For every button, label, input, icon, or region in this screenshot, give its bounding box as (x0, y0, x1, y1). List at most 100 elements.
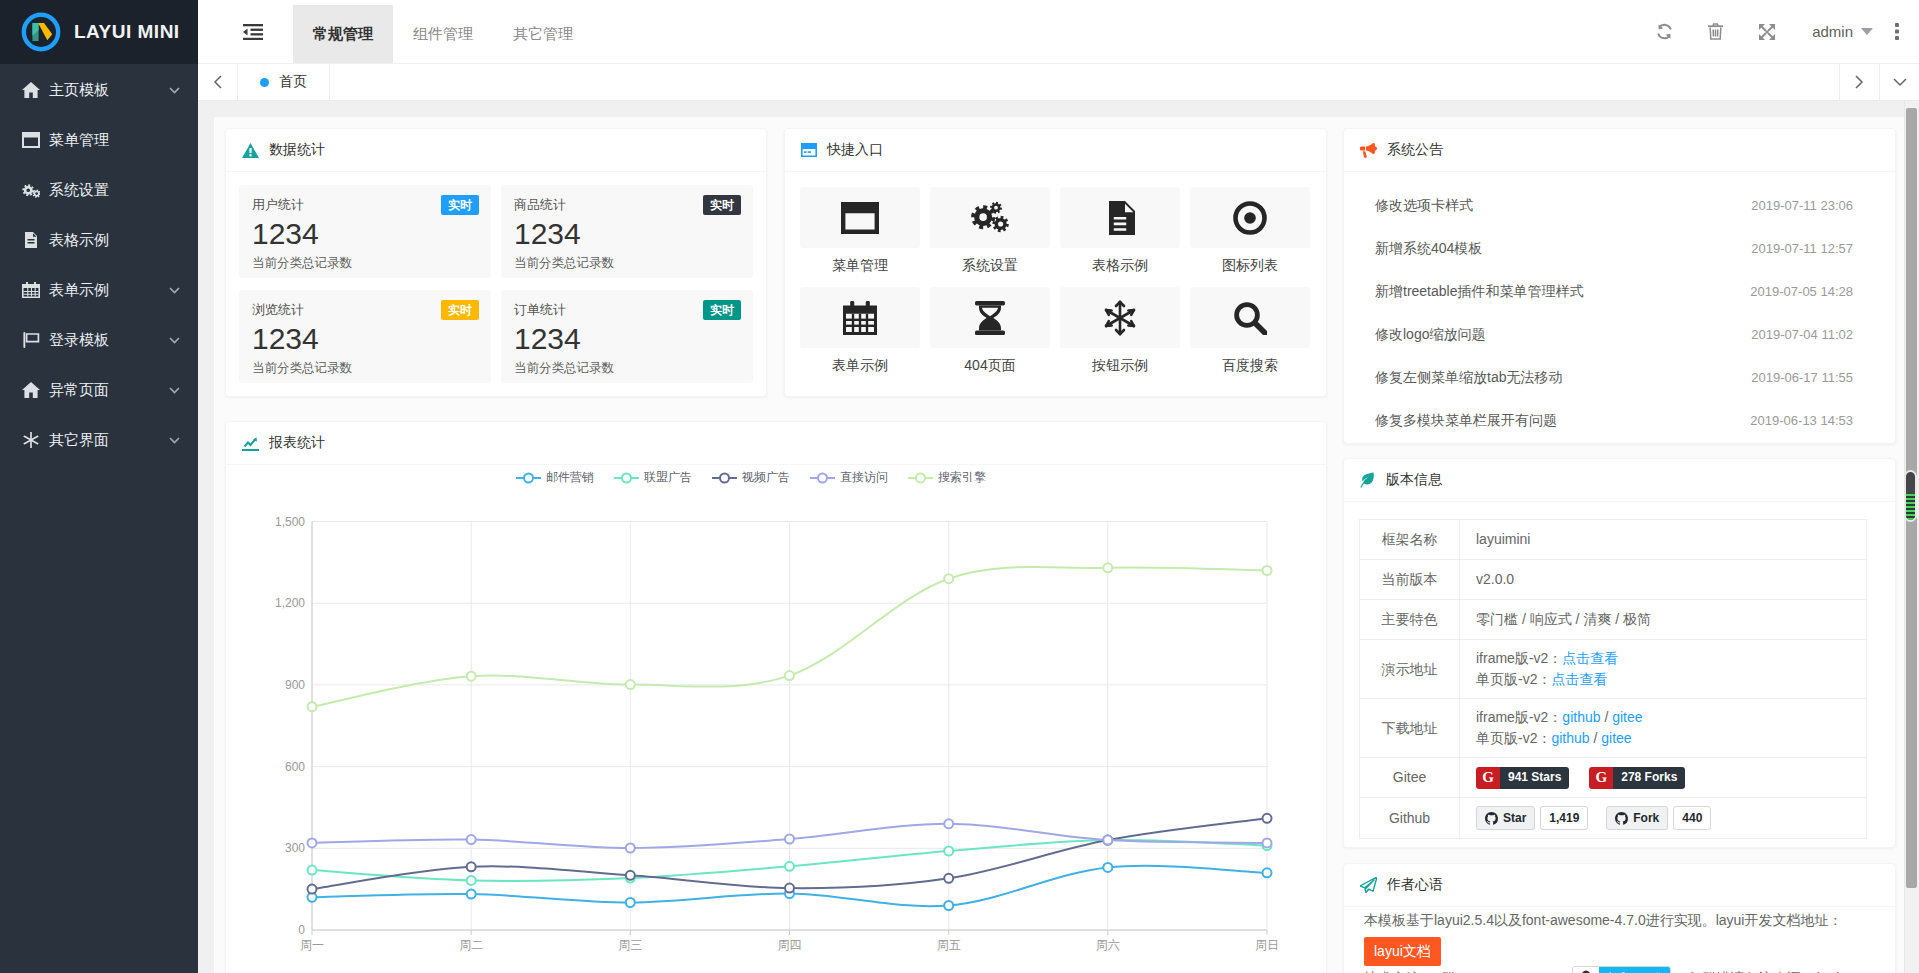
snowflake-icon (22, 432, 40, 448)
shortcut-menu-manage[interactable]: 菜单管理 (800, 187, 920, 275)
window-icon (841, 202, 879, 234)
notice-item[interactable]: 新增系统404模板 2019-07-11 12:57 (1344, 227, 1895, 270)
svg-text:周三: 周三 (618, 938, 642, 952)
module-tab-components[interactable]: 组件管理 (393, 5, 493, 63)
module-tab-other[interactable]: 其它管理 (493, 5, 593, 63)
author-line1: 本模板基于layui2.5.4以及font-awesome-4.7.0进行实现。… (1364, 909, 1875, 932)
sidebar-item-error-pages[interactable]: 异常页面 (0, 365, 198, 415)
caret-down-icon (1861, 28, 1873, 35)
download-github-link[interactable]: github (1551, 730, 1589, 746)
home-icon (22, 382, 40, 398)
window-icon (801, 143, 817, 157)
shortcut-404-page[interactable]: 404页面 (930, 287, 1050, 375)
logo[interactable]: LAYUI MINI (0, 0, 198, 64)
file-text-icon (1105, 201, 1135, 235)
scrollbar-track[interactable] (1904, 101, 1919, 973)
notice-item[interactable]: 修改选项卡样式 2019-07-11 23:06 (1344, 184, 1895, 227)
tab-strip: 首页 (198, 63, 1919, 101)
svg-text:900: 900 (285, 678, 305, 692)
github-icon (1485, 812, 1498, 825)
shortcut-system-settings[interactable]: 系统设置 (930, 187, 1050, 275)
sidebar-item-login-template[interactable]: 登录模板 (0, 315, 198, 365)
sidebar-item-system-settings[interactable]: 系统设置 (0, 165, 198, 215)
github-badges: Star 1,419 Fork 440 (1460, 798, 1867, 839)
svg-text:300: 300 (285, 841, 305, 855)
clear-cache-button[interactable] (1690, 0, 1741, 63)
svg-text:1,500: 1,500 (275, 515, 305, 529)
github-star-button[interactable]: Star 1,419 (1476, 806, 1588, 830)
tabs-menu-button[interactable] (1879, 64, 1919, 100)
tabstrip-spacer (330, 64, 1839, 100)
github-star-count: 1,419 (1540, 806, 1588, 830)
sidebar-item-home-template[interactable]: 主页模板 (0, 65, 198, 115)
dot-circle-icon (1232, 200, 1268, 236)
gitee-logo-icon: G (1589, 767, 1613, 789)
table-row: 主要特色 零门槛 / 响应式 / 清爽 / 极简 (1360, 600, 1867, 640)
module-tab-general[interactable]: 常规管理 (293, 5, 393, 63)
gitee-stars-badge[interactable]: G941 Stars (1476, 767, 1569, 789)
demo-iframe-link[interactable]: 点击查看 (1562, 650, 1618, 666)
tabs-scroll-right-button[interactable] (1839, 64, 1879, 100)
tab-home[interactable]: 首页 (238, 64, 330, 100)
shortcut-baidu-search[interactable]: 百度搜索 (1190, 287, 1310, 375)
chevron-right-icon (1855, 75, 1864, 89)
shortcut-button-demo[interactable]: 按钮示例 (1060, 287, 1180, 375)
qq-group-badge[interactable]: 加入QQ群 (1572, 966, 1671, 973)
notice-item[interactable]: 修复左侧菜单缩放tab无法移动 2019-06-17 11:55 (1344, 356, 1895, 399)
gitee-forks-badge[interactable]: G278 Forks (1589, 767, 1685, 789)
tabs-scroll-left-button[interactable] (198, 64, 238, 100)
notice-item[interactable]: 新增treetable插件和菜单管理样式 2019-07-05 14:28 (1344, 270, 1895, 313)
card-quick-entry: 快捷入口 菜单管理 系统设置 表格示例 图标列表 (784, 128, 1327, 397)
card-report-stats: 报表统计 邮件营销联盟广告视频广告直接访问搜索引擎 03006009001,20… (225, 421, 1327, 973)
refresh-icon (1656, 23, 1673, 40)
chevron-down-icon (169, 387, 180, 394)
sidebar-item-table-demo[interactable]: 表格示例 (0, 215, 198, 265)
shortcut-form-demo[interactable]: 表单示例 (800, 287, 920, 375)
fullscreen-button[interactable] (1741, 0, 1792, 63)
username: admin (1812, 23, 1853, 40)
bullhorn-icon (1360, 143, 1377, 158)
demo-spa-link[interactable]: 点击查看 (1551, 671, 1607, 687)
shortcut-table-demo[interactable]: 表格示例 (1060, 187, 1180, 275)
download-gitee-link[interactable]: gitee (1601, 730, 1631, 746)
outdent-icon (243, 24, 263, 40)
download-github-link[interactable]: github (1562, 709, 1600, 725)
current-version: v2.0.0 (1460, 560, 1867, 600)
card-author-words-header: 作者心语 (1344, 864, 1895, 907)
chevron-down-icon (169, 337, 180, 344)
shortcut-icon-list[interactable]: 图标列表 (1190, 187, 1310, 275)
github-fork-button[interactable]: Fork 440 (1606, 806, 1711, 830)
stat-user: 用户统计 实时 1234 当前分类总记录数 (239, 185, 491, 278)
status-badge: 实时 (441, 195, 479, 215)
author-line2: 技术交流QQ群（667910940）： 加入QQ群 （如群满请备注来源：如git… (1364, 966, 1875, 973)
scroll-progress-widget[interactable] (1904, 470, 1917, 522)
more-options-button[interactable] (1875, 0, 1919, 63)
notice-item[interactable]: 修改logo缩放问题 2019-07-04 11:02 (1344, 313, 1895, 356)
sidebar-item-other-ui[interactable]: 其它界面 (0, 415, 198, 465)
chevron-left-icon (213, 75, 222, 89)
user-menu[interactable]: admin (1792, 23, 1875, 40)
table-row: 框架名称 layuimini (1360, 520, 1867, 560)
sidebar-item-form-demo[interactable]: 表单示例 (0, 265, 198, 315)
sidebar-toggle-button[interactable] (198, 0, 293, 63)
sidebar-menu: 主页模板 菜单管理 系统设置 表格示例 表单示例 登录模板 (0, 64, 198, 465)
layui-doc-badge[interactable]: layui文档 (1364, 937, 1441, 966)
chevron-down-icon (169, 87, 180, 94)
card-report-stats-header: 报表统计 (226, 422, 1326, 465)
download-gitee-link[interactable]: gitee (1612, 709, 1642, 725)
table-row: Gitee G941 Stars G278 Forks (1360, 758, 1867, 798)
cogs-icon (969, 200, 1011, 236)
svg-text:0: 0 (298, 923, 305, 937)
home-icon (22, 82, 40, 98)
file-icon (22, 232, 40, 248)
notice-item[interactable]: 修复多模块菜单栏展开有问题 2019-06-13 14:53 (1344, 399, 1895, 442)
github-fork-count: 440 (1673, 806, 1711, 830)
svg-text:1,200: 1,200 (275, 596, 305, 610)
card-system-notice-header: 系统公告 (1344, 129, 1895, 172)
version-table: 框架名称 layuimini 当前版本 v2.0.0 主要特色 零门槛 / 响应… (1359, 519, 1867, 839)
svg-text:周二: 周二 (459, 938, 483, 952)
refresh-button[interactable] (1639, 0, 1690, 63)
card-version-info-header: 版本信息 (1344, 459, 1895, 502)
svg-text:周六: 周六 (1096, 938, 1120, 952)
sidebar-item-menu-manage[interactable]: 菜单管理 (0, 115, 198, 165)
